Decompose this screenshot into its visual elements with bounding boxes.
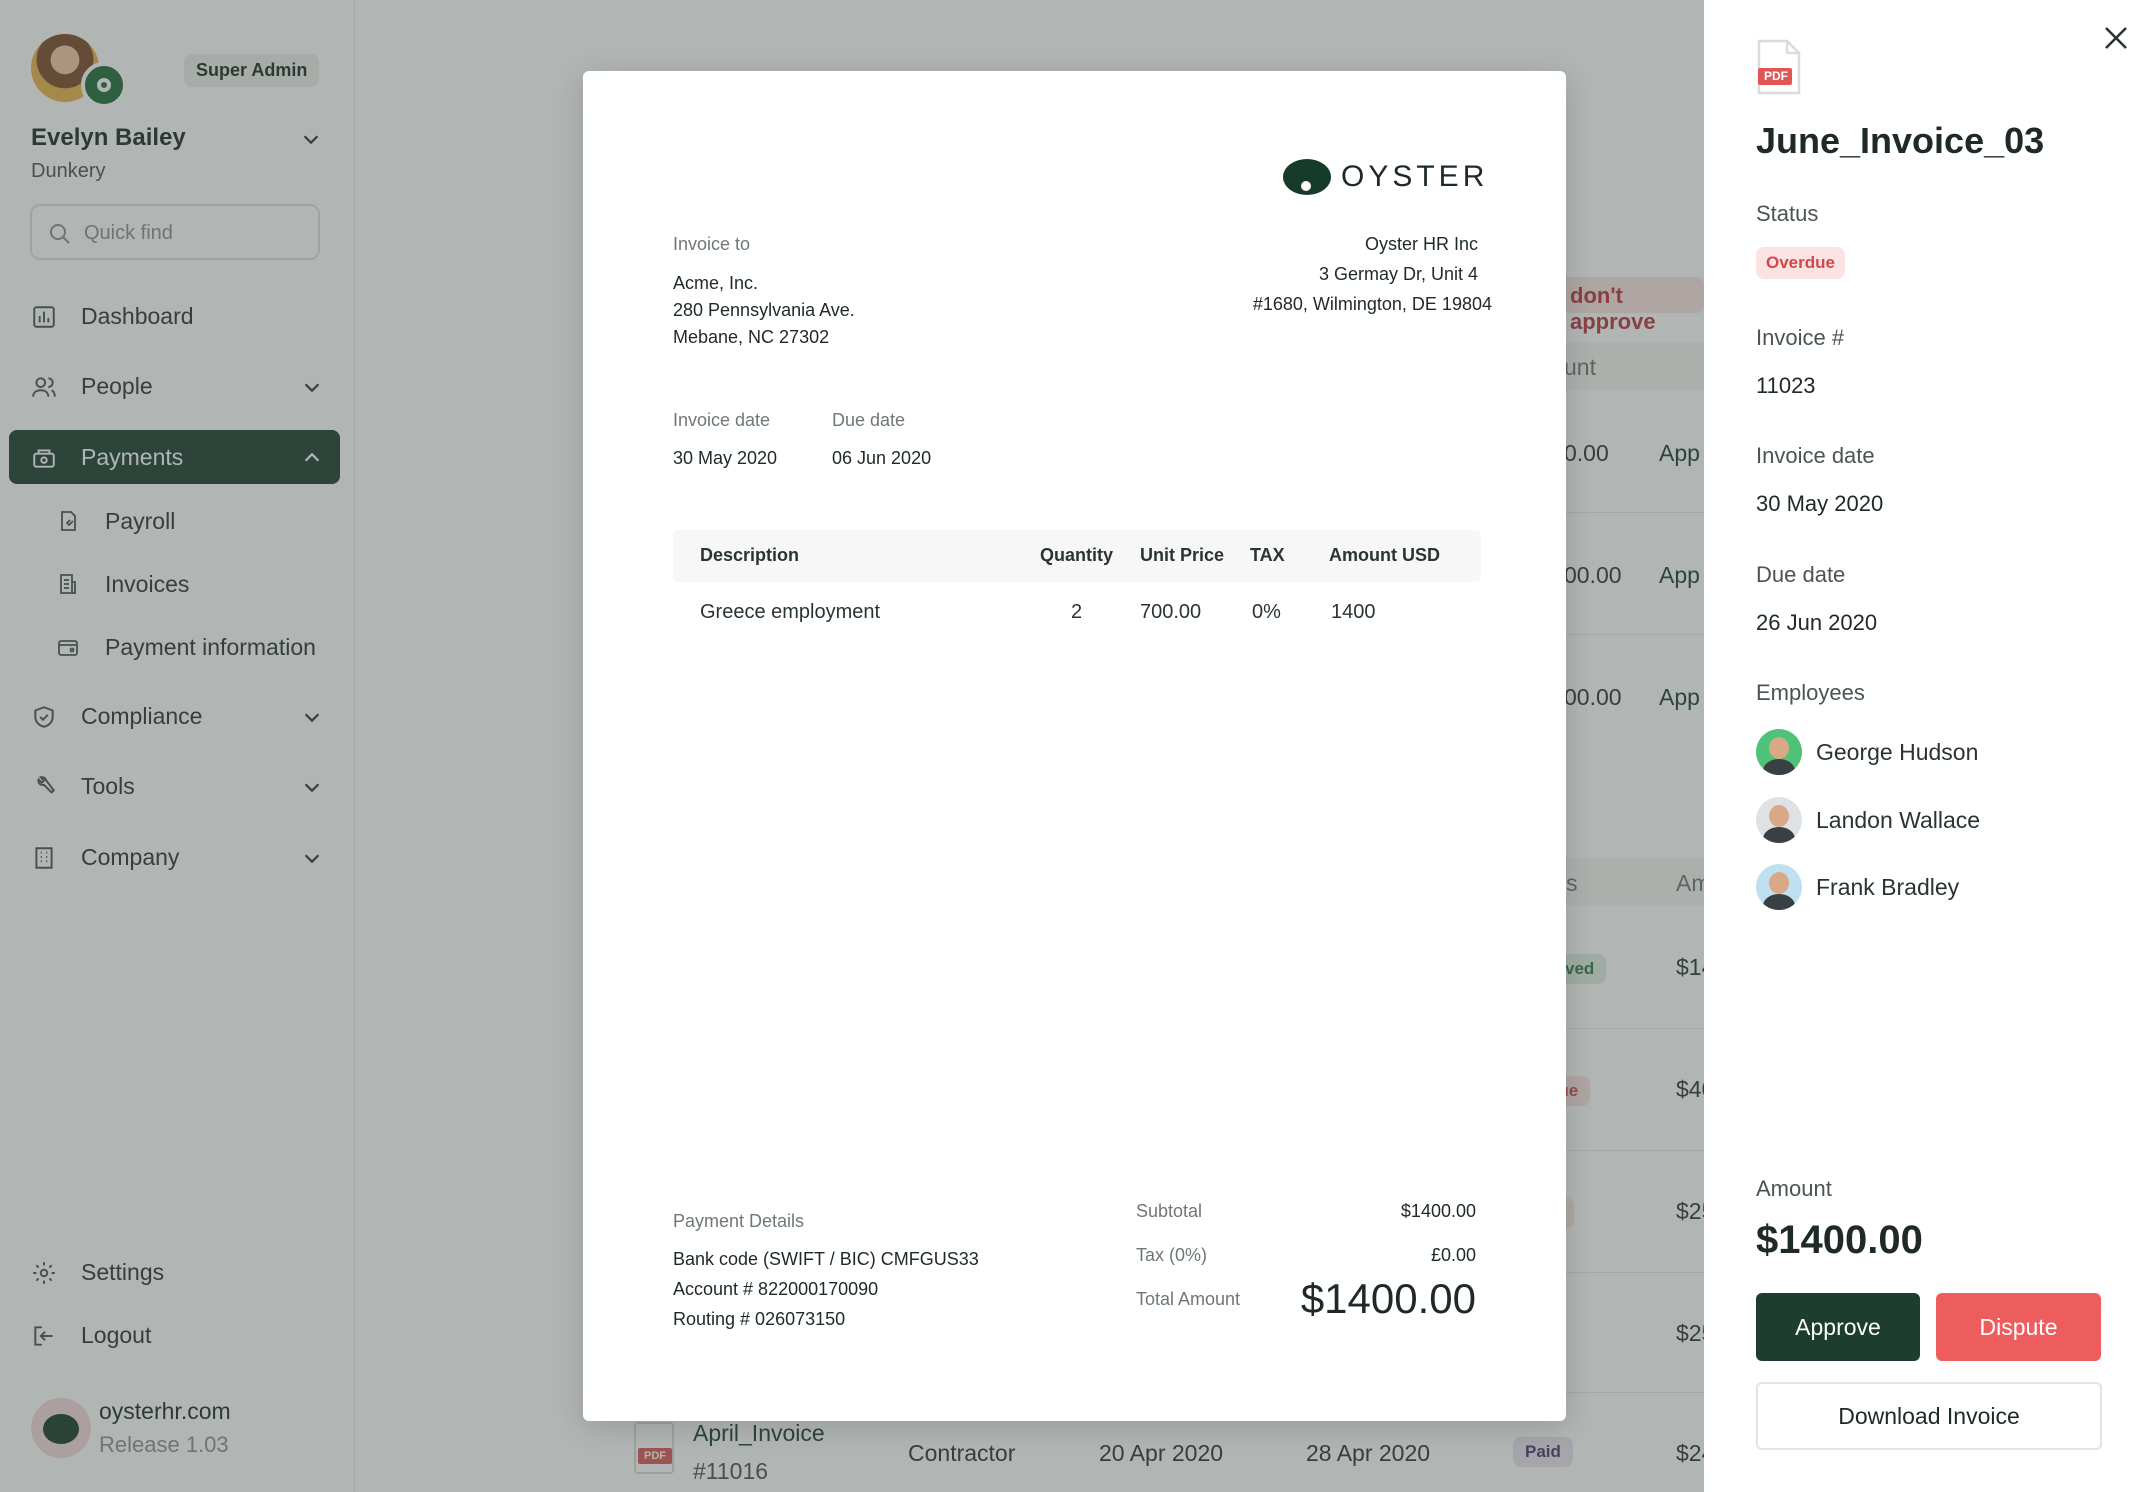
employee-name: Landon Wallace (1816, 806, 1981, 833)
recipient-address-line: 280 Pennsylvania Ave. (673, 300, 855, 320)
dispute-button[interactable]: Dispute (1936, 1293, 2101, 1361)
employees-label: Employees (1756, 680, 1865, 705)
subtotal-value: $1400.00 (1400, 1201, 1476, 1221)
avatar (1756, 729, 1802, 775)
invoice-preview: OYSTER Invoice to Acme, Inc. 280 Pennsyl… (583, 71, 1566, 1421)
line-item-unit-price: 700.00 (1140, 601, 1202, 623)
amount-label: Amount (1756, 1176, 1832, 1201)
employee-item[interactable]: George Hudson (1756, 728, 1978, 776)
document-title: June_Invoice_03 (1756, 120, 2045, 161)
invoice-date: 30 May 2020 (1756, 491, 1884, 516)
oyster-logo: OYSTER (1283, 159, 1488, 195)
tax-value: £0.00 (1430, 1245, 1476, 1265)
subtotal-label: Subtotal (1136, 1201, 1203, 1221)
invoice-to-label: Invoice to (673, 234, 751, 254)
column-header-amount: Amount USD (1329, 545, 1440, 565)
invoice-date-label: Invoice date (1756, 443, 1875, 468)
approve-button[interactable]: Approve (1756, 1293, 1920, 1361)
due-date: 26 Jun 2020 (1756, 610, 1878, 635)
line-item-amount: 1400 (1331, 601, 1376, 623)
amount-value: $1400.00 (1756, 1218, 1923, 1262)
sender-address-line: 3 Germay Dr, Unit 4 (1318, 264, 1478, 284)
due-date-label: Due date (832, 410, 906, 430)
download-invoice-button[interactable]: Download Invoice (1756, 1382, 2102, 1450)
payment-details-label: Payment Details (673, 1211, 805, 1231)
logo-text: OYSTER (1341, 160, 1489, 193)
total-label: Total Amount (1136, 1289, 1241, 1309)
pdf-label: PDF (1764, 69, 1788, 83)
due-date: 06 Jun 2020 (832, 448, 932, 468)
sender-name: Oyster HR Inc (1364, 234, 1478, 254)
recipient-address-line: Mebane, NC 27302 (673, 327, 830, 347)
invoice-number-label: Invoice # (1756, 325, 1845, 350)
close-icon[interactable] (2100, 22, 2132, 54)
pdf-document-icon (1757, 39, 1801, 95)
employee-item[interactable]: Landon Wallace (1756, 796, 1980, 844)
employee-name: George Hudson (1816, 738, 1979, 765)
column-header-unit-price: Unit Price (1140, 545, 1225, 565)
status-label: Status (1756, 201, 1819, 226)
line-item-tax: 0% (1252, 601, 1281, 623)
invoice-detail-panel: PDF June_Invoice_03 Status Overdue Invoi… (1704, 0, 2148, 1492)
line-item-quantity: 2 (1071, 601, 1083, 623)
due-date-label: Due date (1756, 562, 1846, 587)
column-header-tax: TAX (1250, 545, 1285, 565)
total-value: $1400.00 (1300, 1275, 1476, 1322)
pdf-file-icon: PDF (1756, 38, 1802, 96)
employee-item[interactable]: Frank Bradley (1756, 863, 1959, 911)
account-number: Account # 822000170090 (673, 1279, 879, 1299)
sender-address-line: #1680, Wilmington, DE 19804 (1252, 294, 1492, 314)
recipient-name: Acme, Inc. (673, 273, 759, 293)
invoice-number: 11023 (1756, 373, 1816, 398)
invoice-date-label: Invoice date (673, 410, 771, 430)
avatar (1756, 797, 1802, 843)
column-header-description: Description (700, 545, 800, 565)
employee-name: Frank Bradley (1816, 873, 1960, 900)
oyster-logo-icon (1283, 159, 1331, 195)
bank-code: Bank code (SWIFT / BIC) CMFGUS33 (673, 1249, 979, 1269)
line-item-description: Greece employment (700, 601, 881, 623)
column-header-quantity: Quantity (1040, 545, 1114, 565)
routing-number: Routing # 026073150 (673, 1309, 846, 1329)
invoice-date: 30 May 2020 (673, 448, 778, 468)
line-items-header: Description Quantity Unit Price TAX Amou… (673, 530, 1481, 582)
avatar (1756, 864, 1802, 910)
tax-label: Tax (0%) (1136, 1245, 1208, 1265)
status-badge: Overdue (1756, 247, 1845, 279)
